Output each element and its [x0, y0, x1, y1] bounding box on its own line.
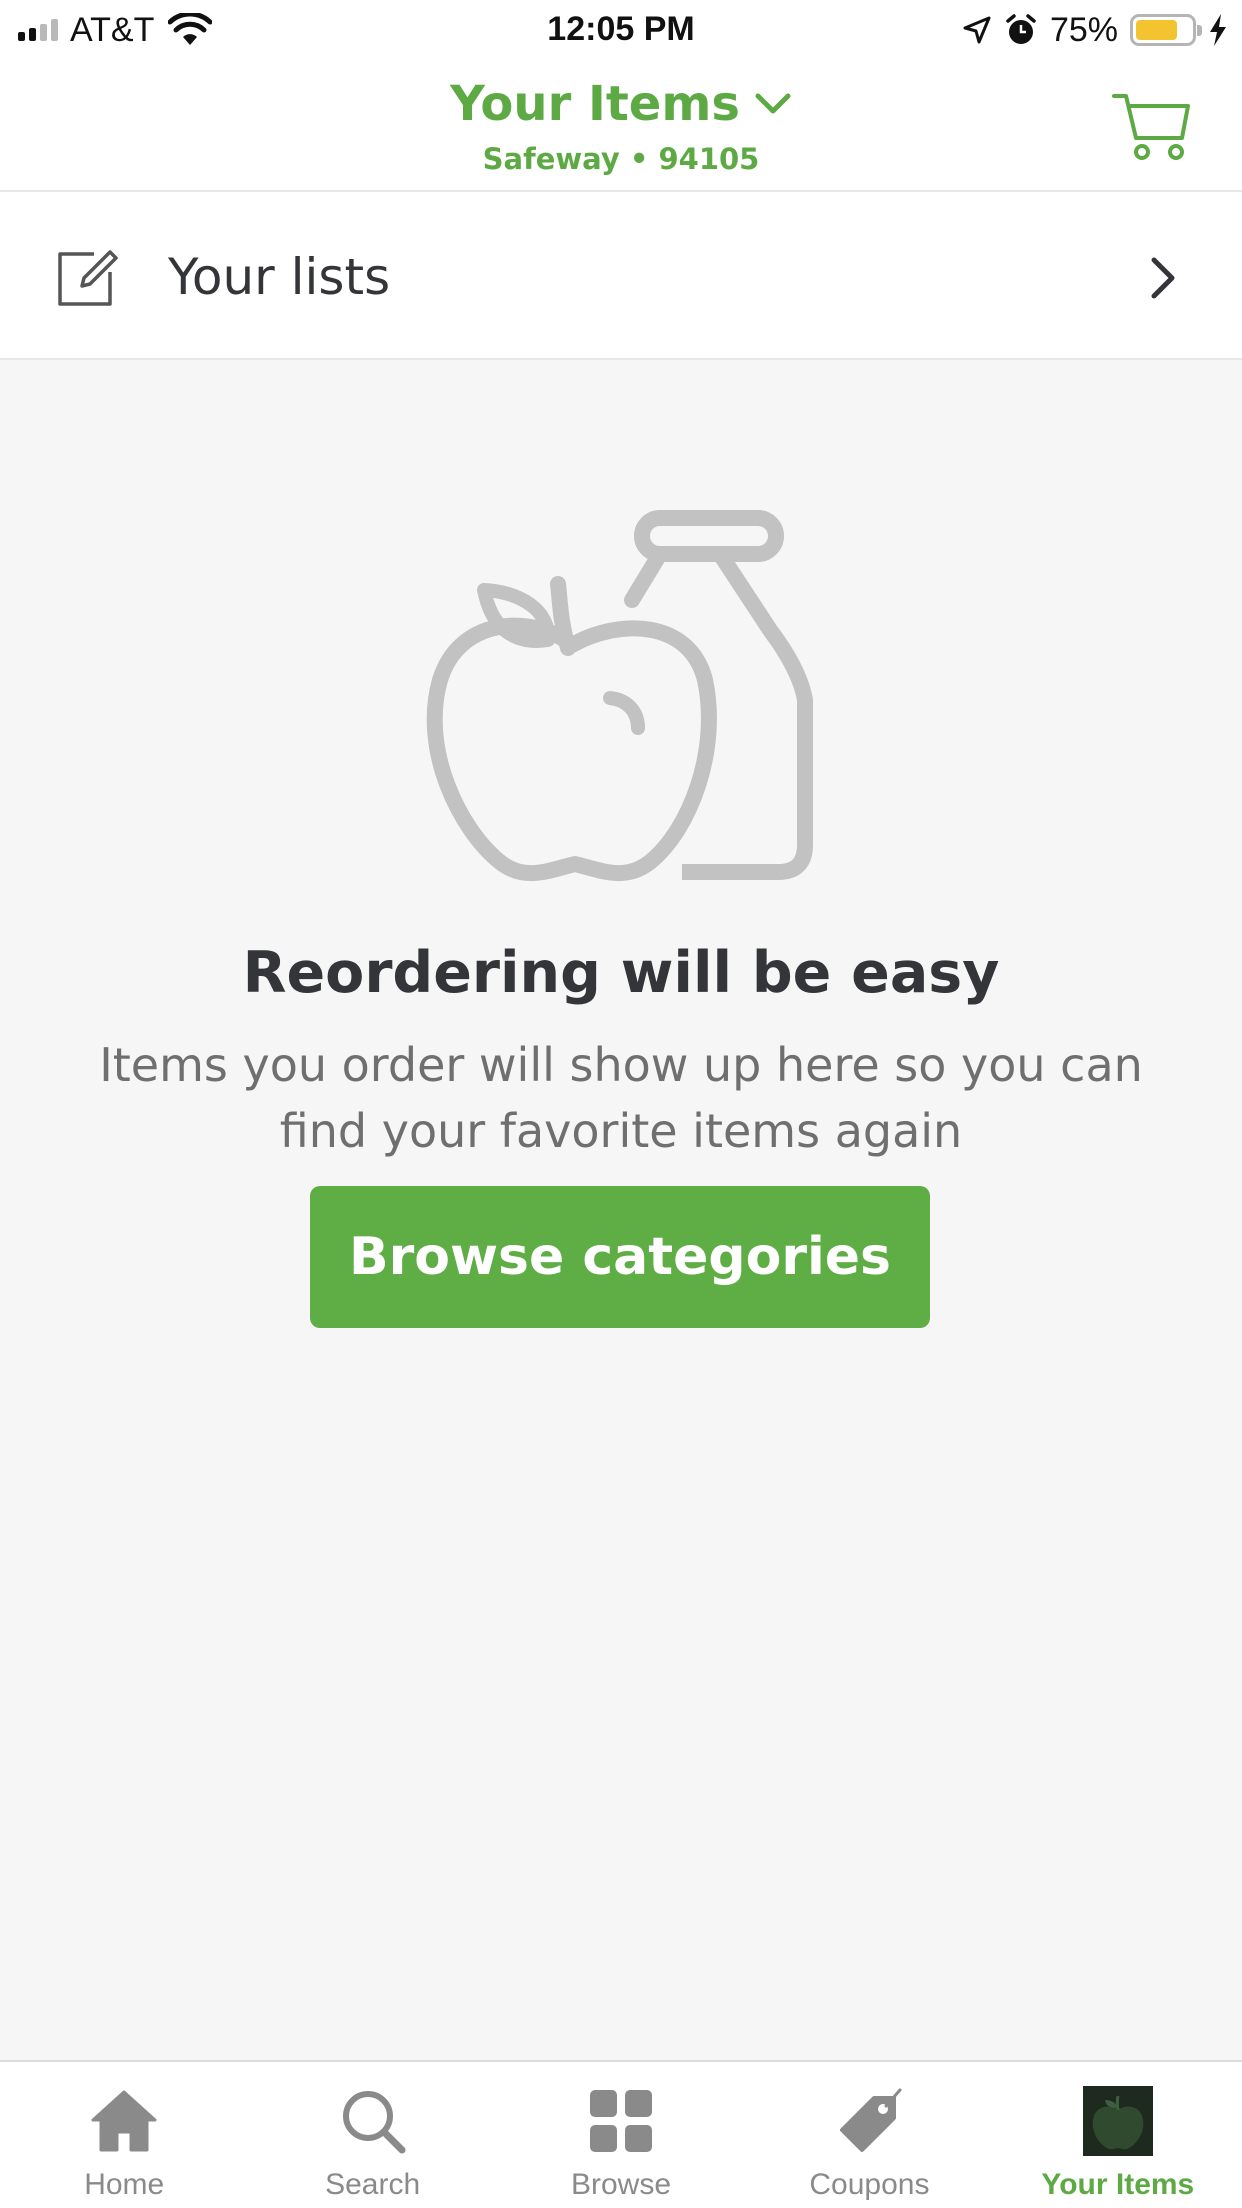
home-icon: [91, 2090, 157, 2152]
browse-categories-button[interactable]: Browse categories: [310, 1186, 930, 1328]
chevron-right-icon: [1151, 257, 1175, 299]
search-icon: [342, 2091, 406, 2154]
tab-search[interactable]: Search: [248, 2062, 496, 2208]
tab-coupons-label: Coupons: [809, 2168, 930, 2201]
your-lists-row[interactable]: Your lists: [0, 192, 1242, 360]
cart-button[interactable]: [1112, 90, 1192, 162]
your-lists-label: Your lists: [168, 248, 391, 306]
edit-note-icon: [58, 250, 118, 306]
empty-state-title: Reordering will be easy: [242, 940, 1000, 1006]
battery-percent: 75%: [1049, 10, 1118, 49]
tag-icon: [840, 2088, 902, 2152]
header: Your Items Safeway • 94105: [0, 62, 1242, 192]
charging-bolt-icon: [1210, 14, 1226, 46]
alarm-icon: [1006, 14, 1036, 44]
tab-browse[interactable]: Browse: [497, 2062, 745, 2208]
tab-bar: Home Search Browse Coupons Your Items: [0, 2060, 1242, 2208]
battery-icon: [1130, 14, 1202, 46]
tab-home-label: Home: [84, 2168, 165, 2201]
apple-and-bottle-icon: [426, 510, 813, 882]
empty-state-body: Items you order will show up here so you…: [99, 1038, 1143, 1158]
status-bar: AT&T 12:05 PM 75%: [0, 0, 1242, 62]
grid-icon: [590, 2090, 653, 2152]
page-title: Your Items: [450, 76, 740, 132]
store-subtitle: Safeway • 94105: [482, 142, 760, 176]
chevron-down-icon: [755, 93, 791, 114]
tab-home[interactable]: Home: [0, 2062, 248, 2208]
battery-nub: [1197, 25, 1202, 36]
tab-your-items[interactable]: Your Items: [994, 2062, 1242, 2208]
tab-your-items-label: Your Items: [1041, 2168, 1195, 2201]
tab-search-label: Search: [325, 2168, 421, 2201]
status-right: 75%: [962, 10, 1228, 50]
header-title-wrap: Your Items: [0, 76, 1242, 132]
location-arrow-icon: [963, 16, 991, 44]
tab-coupons[interactable]: Coupons: [745, 2062, 993, 2208]
store-selector[interactable]: Your Items: [450, 76, 792, 132]
apple-icon: [1082, 2086, 1153, 2156]
tab-browse-label: Browse: [570, 2168, 672, 2201]
cart-icon: [1112, 94, 1190, 160]
battery-fill: [1136, 20, 1177, 40]
